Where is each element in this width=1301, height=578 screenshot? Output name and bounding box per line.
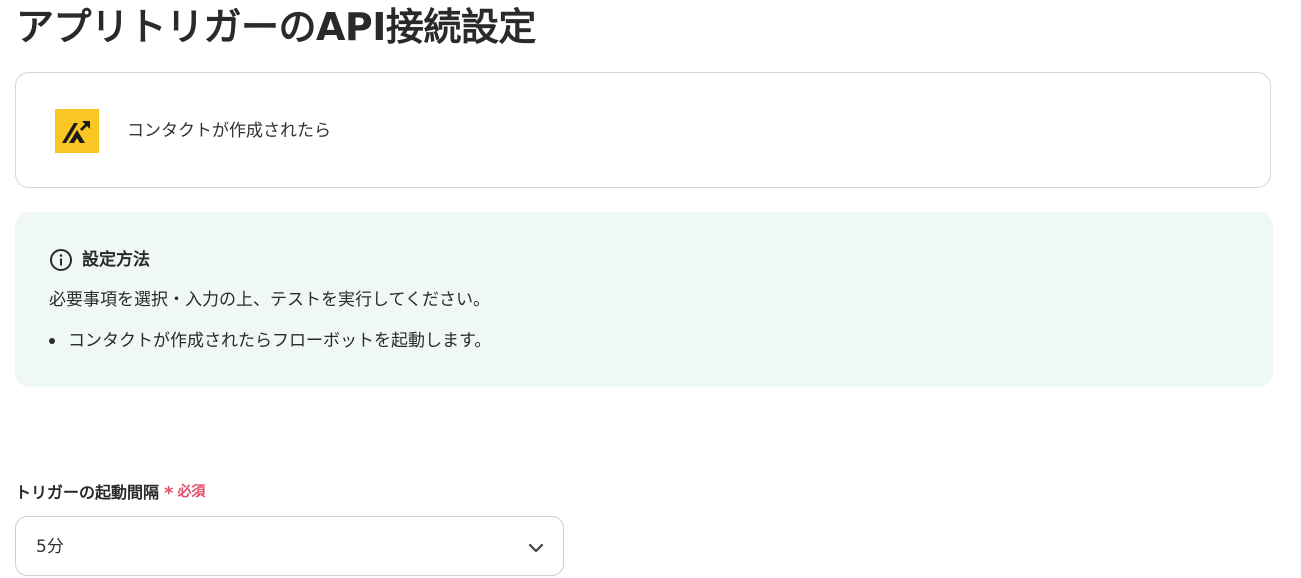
interval-select-value: 5分 — [36, 537, 64, 557]
trigger-card: コンタクトが作成されたら — [15, 72, 1271, 188]
trigger-label: コンタクトが作成されたら — [127, 121, 331, 141]
required-badge: 必須 — [177, 484, 206, 500]
app-logo-icon — [55, 109, 99, 153]
info-body: 必要事項を選択・入力の上、テストを実行してください。 — [49, 290, 490, 310]
interval-select[interactable]: 5分 — [15, 516, 564, 576]
page-title: アプリトリガーのAPI接続設定 — [16, 5, 536, 49]
info-panel: 設定方法 必要事項を選択・入力の上、テストを実行してください。 コンタクトが作成… — [15, 212, 1273, 387]
info-icon — [49, 248, 73, 272]
chevron-down-icon[interactable] — [527, 540, 545, 554]
interval-field-label: トリガーの起動間隔 — [15, 483, 160, 502]
interval-field-label-row: トリガーの起動間隔 * 必須 — [15, 479, 206, 504]
info-bullet-item: コンタクトが作成されたらフローボットを起動します。 — [68, 331, 492, 351]
info-title: 設定方法 — [82, 250, 150, 270]
required-asterisk: * — [164, 482, 174, 504]
bullet-icon — [49, 338, 55, 344]
